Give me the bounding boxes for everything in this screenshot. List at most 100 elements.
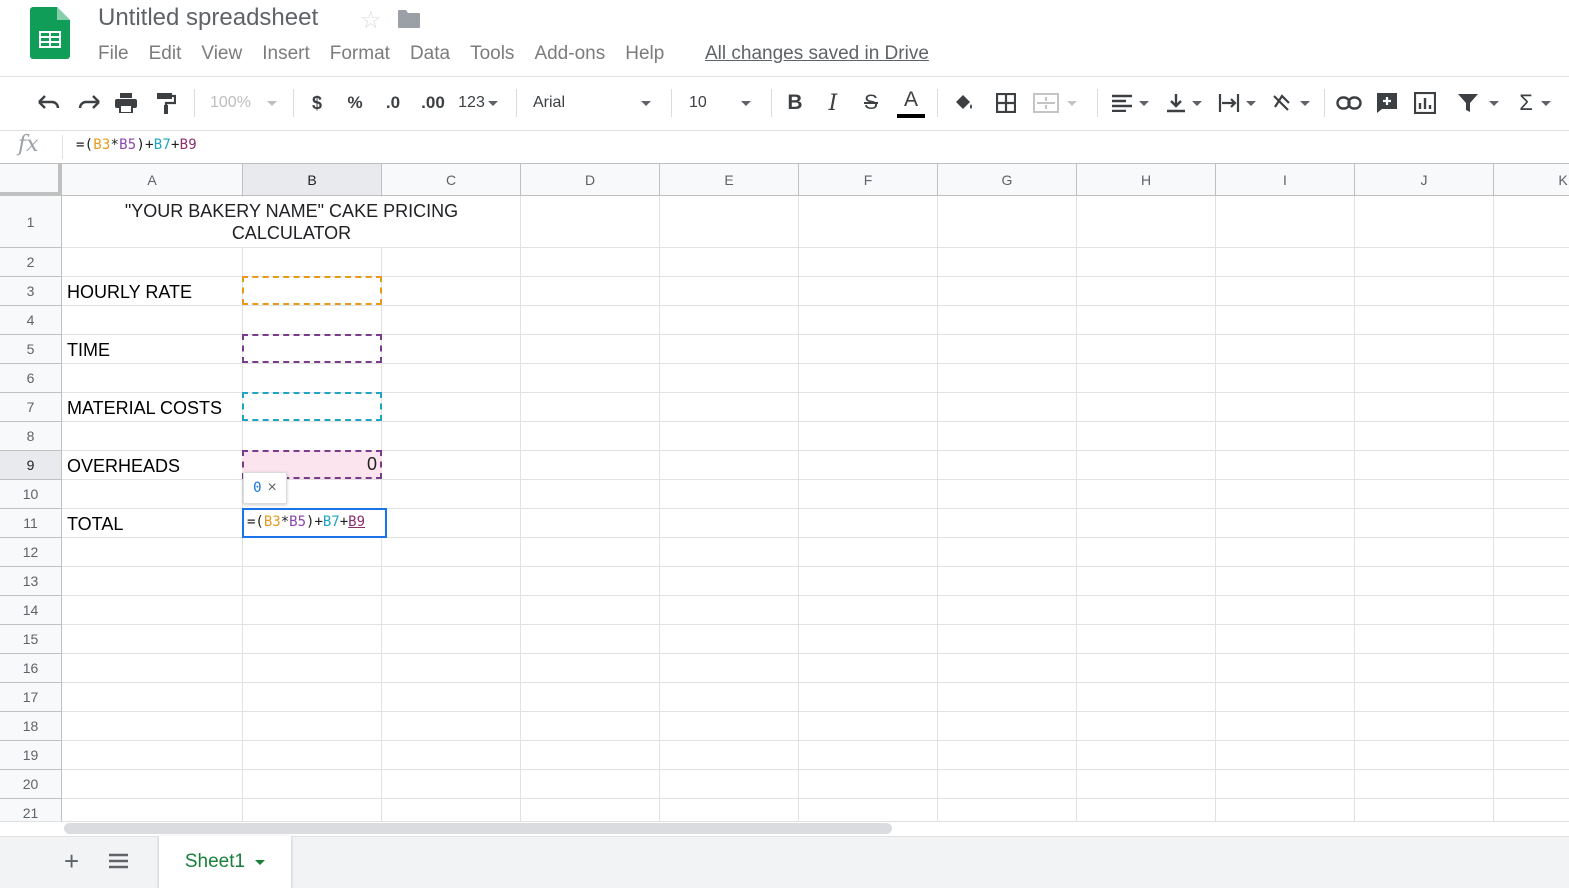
font-size-select[interactable]: 10 [689,90,759,116]
row-header-2[interactable]: 2 [0,248,62,277]
star-icon[interactable]: ☆ [360,6,382,35]
menu-insert[interactable]: Insert [252,42,320,66]
redo-icon[interactable] [76,90,102,116]
borders-icon[interactable] [994,90,1018,116]
insert-comment-icon[interactable] [1375,90,1399,116]
column-header-k[interactable]: K [1494,164,1569,196]
cell-b7-reference-highlight[interactable] [242,392,382,421]
strikethrough-button[interactable]: S [860,90,882,116]
bold-button[interactable]: B [784,90,806,116]
cell-b11-editor[interactable]: =(B3*B5)+B7+B9 [242,508,387,538]
cell-a9[interactable]: OVERHEADS [67,456,180,477]
row-header-8[interactable]: 8 [0,422,62,451]
column-header-h[interactable]: H [1077,164,1216,196]
text-wrapping-button[interactable] [1216,90,1258,116]
filter-button[interactable] [1453,90,1503,116]
move-to-folder-icon[interactable] [397,9,421,29]
cell-a3[interactable]: HOURLY RATE [67,282,192,303]
currency-format-button[interactable]: $ [306,90,328,116]
row-header-7[interactable]: 7 [0,393,62,422]
sheet-tab-sheet1[interactable]: Sheet1 [159,836,291,888]
gridline [62,305,1569,306]
functions-button[interactable]: Σ [1516,90,1554,116]
gridline [62,421,1569,422]
font-family-select[interactable]: Arial [533,90,657,116]
spreadsheet-grid[interactable]: A B C D E F G H I J K 1 2 3 4 5 6 7 8 9 … [0,164,1569,821]
column-header-c[interactable]: C [382,164,521,196]
row-header-3[interactable]: 3 [0,277,62,306]
row-header-4[interactable]: 4 [0,306,62,335]
undo-icon[interactable] [36,90,62,116]
italic-button[interactable]: I [822,90,844,116]
select-all-corner[interactable] [0,164,62,196]
column-header-g[interactable]: G [938,164,1077,196]
row-header-18[interactable]: 18 [0,712,62,741]
percent-format-button[interactable]: % [344,90,366,116]
row-header-21[interactable]: 21 [0,799,62,821]
row-header-16[interactable]: 16 [0,654,62,683]
toolbar-separator [293,89,294,117]
column-header-a[interactable]: A [62,164,243,196]
ref-b7: B7 [153,137,171,153]
text-color-button[interactable]: A [896,86,926,120]
column-header-j[interactable]: J [1355,164,1494,196]
ref-b5: B5 [289,514,307,530]
cell-a7[interactable]: MATERIAL COSTS [67,398,222,419]
row-header-5[interactable]: 5 [0,335,62,364]
column-header-e[interactable]: E [660,164,799,196]
cell-a5[interactable]: TIME [67,340,110,361]
menu-data[interactable]: Data [400,42,460,66]
cell-a1-title[interactable]: "YOUR BAKERY NAME" CAKE PRICING CALCULAT… [63,197,520,247]
add-sheet-icon[interactable]: + [64,846,79,876]
row-header-10[interactable]: 10 [0,480,62,509]
all-sheets-icon[interactable] [109,853,128,869]
row-header-20[interactable]: 20 [0,770,62,799]
close-icon[interactable]: × [268,479,277,497]
print-icon[interactable] [114,90,138,116]
menu-file[interactable]: File [88,42,139,66]
vertical-align-button[interactable] [1164,90,1204,116]
gridline [62,653,1569,654]
zoom-select[interactable]: 100% [210,90,282,116]
menu-add-ons[interactable]: Add-ons [524,42,615,66]
toolbar-separator [1097,89,1098,117]
row-header-9[interactable]: 9 [0,451,62,480]
decrease-decimal-button[interactable]: .0 [380,90,406,116]
menu-help[interactable]: Help [615,42,674,66]
menu-tools[interactable]: Tools [460,42,524,66]
row-header-11[interactable]: 11 [0,509,62,538]
merge-cells-button[interactable] [1033,90,1085,116]
row-header-12[interactable]: 12 [0,538,62,567]
row-header-15[interactable]: 15 [0,625,62,654]
column-header-d[interactable]: D [521,164,660,196]
increase-decimal-button[interactable]: .00 [418,90,448,116]
text-rotation-button[interactable] [1270,90,1312,116]
menu-format[interactable]: Format [320,42,400,66]
menu-edit[interactable]: Edit [139,42,192,66]
fill-color-icon[interactable] [952,90,976,116]
cell-a11[interactable]: TOTAL [67,514,123,535]
save-status-link[interactable]: All changes saved in Drive [705,42,929,66]
row-header-6[interactable]: 6 [0,364,62,393]
text-wrap-icon [1218,94,1240,112]
cell-b5-reference-highlight[interactable] [242,334,382,363]
more-formats-button[interactable]: 123 [455,90,501,116]
column-header-f[interactable]: F [799,164,938,196]
row-header-19[interactable]: 19 [0,741,62,770]
paint-format-icon[interactable] [154,90,178,116]
row-header-1[interactable]: 1 [0,196,62,248]
column-header-b[interactable]: B [243,164,382,196]
row-header-14[interactable]: 14 [0,596,62,625]
horizontal-align-button[interactable] [1109,90,1151,116]
column-header-i[interactable]: I [1216,164,1355,196]
row-header-13[interactable]: 13 [0,567,62,596]
insert-link-icon[interactable] [1335,90,1363,116]
insert-chart-icon[interactable] [1413,90,1437,116]
sheets-logo-icon[interactable] [30,7,70,59]
cell-b3-reference-highlight[interactable] [242,276,382,305]
document-title[interactable]: Untitled spreadsheet [98,4,318,32]
row-header-17[interactable]: 17 [0,683,62,712]
formula-input[interactable]: =(B3*B5)+B7+B9 [76,137,197,153]
horizontal-scrollbar-thumb[interactable] [64,823,892,834]
menu-view[interactable]: View [191,42,252,66]
